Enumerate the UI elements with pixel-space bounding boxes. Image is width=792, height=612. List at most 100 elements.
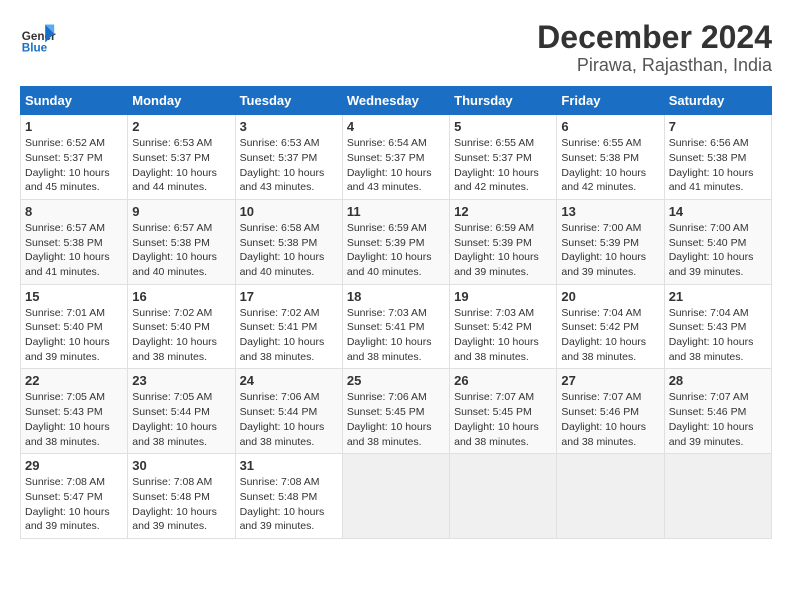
day-number: 10 (240, 204, 338, 219)
day-info: Sunrise: 7:00 AMSunset: 5:39 PMDaylight:… (561, 221, 659, 280)
calendar-cell: 10 Sunrise: 6:58 AMSunset: 5:38 PMDayligh… (235, 199, 342, 284)
day-number: 28 (669, 373, 767, 388)
day-number: 31 (240, 458, 338, 473)
calendar-table: SundayMondayTuesdayWednesdayThursdayFrid… (20, 86, 772, 539)
day-info: Sunrise: 6:53 AMSunset: 5:37 PMDaylight:… (240, 136, 338, 195)
day-number: 23 (132, 373, 230, 388)
header-friday: Friday (557, 87, 664, 115)
day-number: 26 (454, 373, 552, 388)
calendar-cell: 26 Sunrise: 7:07 AMSunset: 5:45 PMDayligh… (450, 369, 557, 454)
day-info: Sunrise: 7:07 AMSunset: 5:46 PMDaylight:… (669, 390, 767, 449)
day-info: Sunrise: 7:03 AMSunset: 5:41 PMDaylight:… (347, 306, 445, 365)
day-number: 29 (25, 458, 123, 473)
day-info: Sunrise: 7:03 AMSunset: 5:42 PMDaylight:… (454, 306, 552, 365)
day-info: Sunrise: 6:54 AMSunset: 5:37 PMDaylight:… (347, 136, 445, 195)
day-number: 15 (25, 289, 123, 304)
calendar-cell: 24Sunrise: 7:06 AMSunset: 5:44 PMDayligh… (235, 369, 342, 454)
day-info: Sunrise: 7:05 AMSunset: 5:44 PMDaylight:… (132, 390, 230, 449)
day-number: 16 (132, 289, 230, 304)
day-number: 8 (25, 204, 123, 219)
calendar-cell: 1 Sunrise: 6:52 AMSunset: 5:37 PMDaylight… (21, 115, 128, 200)
page-title: December 2024 (537, 20, 772, 55)
calendar-cell: 8 Sunrise: 6:57 AMSunset: 5:38 PMDaylight… (21, 199, 128, 284)
calendar-cell: 20 Sunrise: 7:04 AMSunset: 5:42 PMDayligh… (557, 284, 664, 369)
calendar-cell: 23 Sunrise: 7:05 AMSunset: 5:44 PMDayligh… (128, 369, 235, 454)
day-info: Sunrise: 6:59 AMSunset: 5:39 PMDaylight:… (347, 221, 445, 280)
day-number: 7 (669, 119, 767, 134)
day-number: 4 (347, 119, 445, 134)
header-monday: Monday (128, 87, 235, 115)
calendar-cell: 6 Sunrise: 6:55 AMSunset: 5:38 PMDaylight… (557, 115, 664, 200)
page-subtitle: Pirawa, Rajasthan, India (537, 55, 772, 76)
day-info: Sunrise: 7:01 AMSunset: 5:40 PMDaylight:… (25, 306, 123, 365)
day-number: 18 (347, 289, 445, 304)
calendar-cell: 22 Sunrise: 7:05 AMSunset: 5:43 PMDayligh… (21, 369, 128, 454)
day-info: Sunrise: 6:58 AMSunset: 5:38 PMDaylight:… (240, 221, 338, 280)
calendar-cell (342, 454, 449, 539)
calendar-cell: 12 Sunrise: 6:59 AMSunset: 5:39 PMDayligh… (450, 199, 557, 284)
calendar-cell (557, 454, 664, 539)
day-number: 12 (454, 204, 552, 219)
day-number: 1 (25, 119, 123, 134)
day-info: Sunrise: 6:55 AMSunset: 5:37 PMDaylight:… (454, 136, 552, 195)
calendar-cell: 9Sunrise: 6:57 AMSunset: 5:38 PMDaylight… (128, 199, 235, 284)
day-info: Sunrise: 7:04 AMSunset: 5:42 PMDaylight:… (561, 306, 659, 365)
day-number: 14 (669, 204, 767, 219)
calendar-cell: 5 Sunrise: 6:55 AMSunset: 5:37 PMDaylight… (450, 115, 557, 200)
day-info: Sunrise: 7:00 AMSunset: 5:40 PMDaylight:… (669, 221, 767, 280)
calendar-cell: 2 Sunrise: 6:53 AMSunset: 5:37 PMDaylight… (128, 115, 235, 200)
day-info: Sunrise: 7:08 AMSunset: 5:48 PMDaylight:… (240, 475, 338, 534)
day-info: Sunrise: 7:08 AMSunset: 5:47 PMDaylight:… (25, 475, 123, 534)
calendar-cell: 30 Sunrise: 7:08 AMSunset: 5:48 PMDayligh… (128, 454, 235, 539)
day-info: Sunrise: 6:55 AMSunset: 5:38 PMDaylight:… (561, 136, 659, 195)
day-number: 19 (454, 289, 552, 304)
header-sunday: Sunday (21, 87, 128, 115)
logo-icon: General Blue (20, 20, 56, 56)
day-info: Sunrise: 7:04 AMSunset: 5:43 PMDaylight:… (669, 306, 767, 365)
calendar-cell: 27Sunrise: 7:07 AMSunset: 5:46 PMDayligh… (557, 369, 664, 454)
week-row-5: 29 Sunrise: 7:08 AMSunset: 5:47 PMDayligh… (21, 454, 772, 539)
day-number: 6 (561, 119, 659, 134)
day-info: Sunrise: 6:52 AMSunset: 5:37 PMDaylight:… (25, 136, 123, 195)
day-info: Sunrise: 7:02 AMSunset: 5:41 PMDaylight:… (240, 306, 338, 365)
day-number: 2 (132, 119, 230, 134)
calendar-header-row: SundayMondayTuesdayWednesdayThursdayFrid… (21, 87, 772, 115)
day-info: Sunrise: 6:57 AMSunset: 5:38 PMDaylight:… (25, 221, 123, 280)
calendar-cell: 16 Sunrise: 7:02 AMSunset: 5:40 PMDayligh… (128, 284, 235, 369)
week-row-4: 22 Sunrise: 7:05 AMSunset: 5:43 PMDayligh… (21, 369, 772, 454)
day-number: 25 (347, 373, 445, 388)
day-number: 3 (240, 119, 338, 134)
calendar-cell: 15 Sunrise: 7:01 AMSunset: 5:40 PMDayligh… (21, 284, 128, 369)
day-number: 9 (132, 204, 230, 219)
day-number: 17 (240, 289, 338, 304)
day-info: Sunrise: 7:07 AMSunset: 5:45 PMDaylight:… (454, 390, 552, 449)
calendar-cell: 13 Sunrise: 7:00 AMSunset: 5:39 PMDayligh… (557, 199, 664, 284)
day-number: 21 (669, 289, 767, 304)
calendar-cell: 4 Sunrise: 6:54 AMSunset: 5:37 PMDaylight… (342, 115, 449, 200)
header-tuesday: Tuesday (235, 87, 342, 115)
header-wednesday: Wednesday (342, 87, 449, 115)
calendar-cell: 25Sunrise: 7:06 AMSunset: 5:45 PMDayligh… (342, 369, 449, 454)
day-info: Sunrise: 6:59 AMSunset: 5:39 PMDaylight:… (454, 221, 552, 280)
day-number: 5 (454, 119, 552, 134)
calendar-cell: 21 Sunrise: 7:04 AMSunset: 5:43 PMDayligh… (664, 284, 771, 369)
day-number: 30 (132, 458, 230, 473)
day-number: 13 (561, 204, 659, 219)
day-number: 11 (347, 204, 445, 219)
day-number: 20 (561, 289, 659, 304)
calendar-cell: 11 Sunrise: 6:59 AMSunset: 5:39 PMDayligh… (342, 199, 449, 284)
week-row-3: 15 Sunrise: 7:01 AMSunset: 5:40 PMDayligh… (21, 284, 772, 369)
day-info: Sunrise: 7:02 AMSunset: 5:40 PMDaylight:… (132, 306, 230, 365)
day-number: 24 (240, 373, 338, 388)
page-header: General Blue December 2024 Pirawa, Rajas… (20, 20, 772, 76)
calendar-cell: 7Sunrise: 6:56 AMSunset: 5:38 PMDaylight… (664, 115, 771, 200)
header-thursday: Thursday (450, 87, 557, 115)
day-info: Sunrise: 7:05 AMSunset: 5:43 PMDaylight:… (25, 390, 123, 449)
title-block: December 2024 Pirawa, Rajasthan, India (537, 20, 772, 76)
day-info: Sunrise: 6:53 AMSunset: 5:37 PMDaylight:… (132, 136, 230, 195)
day-number: 22 (25, 373, 123, 388)
day-number: 27 (561, 373, 659, 388)
day-info: Sunrise: 7:08 AMSunset: 5:48 PMDaylight:… (132, 475, 230, 534)
calendar-cell: 17 Sunrise: 7:02 AMSunset: 5:41 PMDayligh… (235, 284, 342, 369)
calendar-cell: 31 Sunrise: 7:08 AMSunset: 5:48 PMDayligh… (235, 454, 342, 539)
